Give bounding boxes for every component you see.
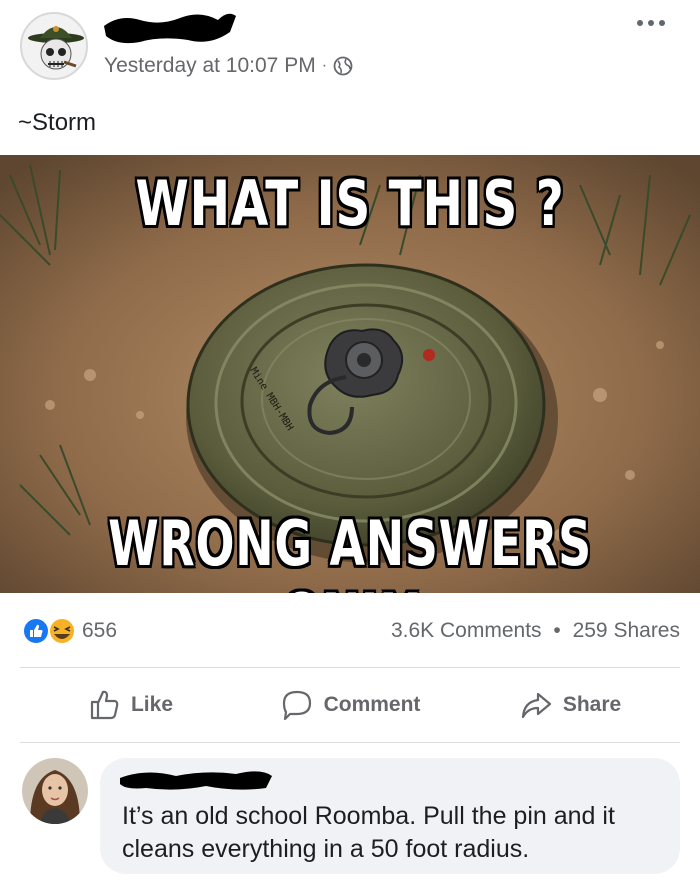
commenter-name-redacted [120, 771, 272, 790]
comment-label: Comment [323, 693, 421, 716]
stats-separator: • [553, 619, 561, 642]
post-header: Yesterday at 10:07 PM · [0, 0, 700, 100]
post-meta: Yesterday at 10:07 PM · [104, 54, 353, 78]
speech-bubble-icon [282, 690, 311, 721]
poster-name-redacted [104, 13, 236, 44]
globe-icon[interactable] [333, 56, 353, 76]
poster-avatar[interactable] [20, 12, 88, 80]
share-label: Share [562, 693, 622, 716]
meme-image[interactable]: Mine MBH-МBH WHAT IS THIS ? WRONG ANSWER… [0, 155, 700, 593]
red-indicator [423, 349, 435, 361]
commenter-avatar[interactable] [22, 758, 88, 824]
reaction-icons[interactable] [20, 616, 80, 646]
meme-bottom-text: WRONG ANSWERS ONLY [108, 507, 592, 593]
engagement-row: 656 3.6K Comments • 259 Shares [20, 614, 680, 648]
like-icon [22, 617, 50, 645]
share-button[interactable]: Share [460, 668, 680, 742]
meme-top-text: WHAT IS THIS ? [135, 167, 565, 240]
haha-icon [48, 617, 76, 645]
meta-separator: · [321, 57, 328, 74]
like-button[interactable]: Like [20, 668, 240, 742]
comment-text: It’s an old school Roomba. Pull the pin … [122, 802, 615, 863]
more-options-icon[interactable] [626, 8, 676, 38]
post-timestamp[interactable]: Yesterday at 10:07 PM [104, 54, 316, 78]
reaction-count[interactable]: 656 [82, 619, 117, 643]
comment-button[interactable]: Comment [240, 668, 460, 742]
divider-bottom [20, 742, 680, 743]
action-bar: Like Comment Share [20, 668, 680, 742]
like-label: Like [130, 693, 174, 716]
shares-count[interactable]: 259 Shares [573, 619, 680, 642]
comment-bubble: It’s an old school Roomba. Pull the pin … [100, 758, 680, 874]
comments-count[interactable]: 3.6K Comments [391, 619, 542, 642]
share-arrow-icon [521, 692, 551, 719]
post-caption: ~Storm [18, 109, 97, 136]
post-stats: 3.6K Comments • 259 Shares [391, 619, 680, 643]
thumbs-up-icon [90, 690, 119, 720]
